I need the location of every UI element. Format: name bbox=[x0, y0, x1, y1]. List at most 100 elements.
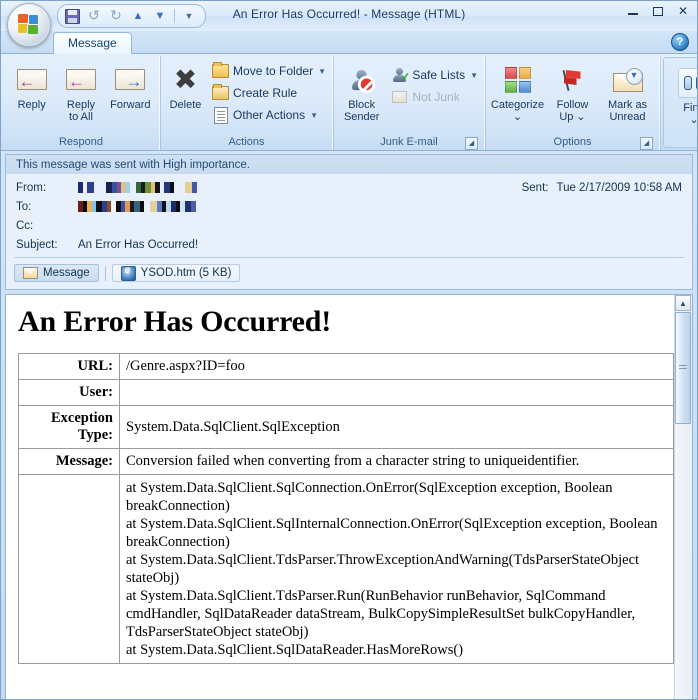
message-tab-button[interactable]: Message bbox=[14, 264, 99, 282]
undo-icon[interactable]: ↺ bbox=[84, 7, 104, 25]
table-row: at System.Data.SqlClient.SqlConnection.O… bbox=[18, 474, 674, 664]
block-sender-label-2: Sender bbox=[343, 111, 380, 123]
move-to-folder-icon bbox=[212, 62, 230, 80]
follow-up-button[interactable]: Follow Up ⌄ bbox=[545, 60, 600, 123]
mark-as-unread-button[interactable]: Mark as Unread bbox=[600, 60, 655, 123]
create-rule-label: Create Rule bbox=[233, 86, 298, 100]
customize-quick-access-icon[interactable]: ▼ bbox=[179, 7, 199, 25]
office-button[interactable] bbox=[7, 3, 51, 47]
previous-item-icon[interactable]: ▲ bbox=[128, 7, 148, 25]
scroll-up-label: ▲ bbox=[679, 298, 687, 308]
group-label-options-text: Options bbox=[553, 136, 592, 148]
message-body-frame: An Error Has Occurred! URL: /Genre.aspx?… bbox=[5, 294, 693, 699]
subject-label: Subject: bbox=[16, 238, 58, 251]
forward-button[interactable]: → Forward bbox=[106, 60, 155, 111]
delete-button[interactable]: ✖ Delete bbox=[165, 60, 206, 112]
attachment-ysod-htm[interactable]: YSOD.htm (5 KB) bbox=[111, 264, 241, 282]
mark-unread-icon bbox=[612, 62, 643, 98]
reply-button[interactable]: ← Reply bbox=[7, 60, 56, 111]
subject-value: An Error Has Occurred! bbox=[78, 238, 199, 251]
message-header-panel: Sent: Tue 2/17/2009 10:58 AM From: To: C… bbox=[5, 174, 693, 290]
row-value: /Genre.aspx?ID=foo bbox=[119, 353, 674, 380]
find-button[interactable]: Find ⌄ bbox=[672, 63, 698, 126]
row-key: User: bbox=[18, 379, 120, 406]
table-row: URL: /Genre.aspx?ID=foo bbox=[18, 353, 674, 380]
quick-access-toolbar: ↺ ↻ ▲ ▼ ▼ bbox=[57, 4, 206, 28]
help-icon[interactable]: ? bbox=[671, 33, 689, 51]
move-to-folder-button[interactable]: Move to Folder ▼ bbox=[210, 60, 328, 82]
other-actions-label: Other Actions bbox=[233, 108, 306, 122]
chevron-down-icon: ▼ bbox=[470, 70, 478, 80]
reply-all-label-2: to All bbox=[69, 111, 93, 123]
categorize-button[interactable]: Categorize ⌄ bbox=[490, 60, 545, 123]
row-key: Message: bbox=[18, 448, 120, 475]
group-label-respond: Respond bbox=[58, 136, 104, 148]
save-icon[interactable] bbox=[62, 7, 82, 25]
create-rule-button[interactable]: Create Rule bbox=[210, 82, 328, 104]
other-actions-icon bbox=[212, 106, 229, 124]
stack-trace-value: at System.Data.SqlClient.SqlConnection.O… bbox=[119, 474, 674, 664]
table-row: Exception Type: System.Data.SqlClient.Sq… bbox=[18, 405, 674, 449]
block-sender-icon bbox=[352, 62, 376, 98]
junk-email-dialog-launcher[interactable]: ◢ bbox=[465, 137, 478, 150]
message-tab-label: Message bbox=[43, 267, 90, 279]
mark-unread-label-2: Unread bbox=[609, 111, 646, 123]
help-label: ? bbox=[676, 36, 684, 48]
group-label-actions: Actions bbox=[228, 136, 265, 148]
ribbon-group-options: Categorize ⌄ Follow Up ⌄ ▼ Mark as Unrea… bbox=[486, 56, 660, 150]
not-junk-label: Not Junk bbox=[412, 90, 460, 104]
block-sender-label-1: Block bbox=[348, 99, 376, 111]
error-details-table: URL: /Genre.aspx?ID=foo User: Exception … bbox=[18, 353, 674, 664]
not-junk-button[interactable]: Not Junk bbox=[389, 86, 480, 108]
reply-all-label-1: Reply bbox=[66, 99, 96, 111]
sent-value: Tue 2/17/2009 10:58 AM bbox=[556, 181, 682, 194]
other-actions-button[interactable]: Other Actions ▼ bbox=[210, 104, 328, 126]
redacted-recipients bbox=[78, 201, 692, 212]
delete-icon: ✖ bbox=[173, 63, 198, 96]
scrollbar-thumb[interactable] bbox=[675, 312, 691, 424]
close-button[interactable]: ✕ bbox=[673, 3, 693, 19]
message-body-content: An Error Has Occurred! URL: /Genre.aspx?… bbox=[6, 295, 675, 699]
importance-info-bar: This message was sent with High importan… bbox=[5, 154, 693, 174]
flag-icon bbox=[560, 62, 586, 98]
reply-all-button[interactable]: ← Reply to All bbox=[56, 60, 105, 123]
ribbon-group-respond: ← Reply ← Reply to All → Forward Respond bbox=[3, 56, 160, 150]
body-vertical-scrollbar[interactable]: ▲ ▼ bbox=[674, 295, 692, 699]
options-dialog-launcher[interactable]: ◢ bbox=[640, 137, 653, 150]
scroll-up-button[interactable]: ▲ bbox=[675, 295, 691, 311]
to-value[interactable] bbox=[78, 201, 692, 212]
find-label-2: ⌄ bbox=[689, 114, 698, 126]
tab-message[interactable]: Message bbox=[53, 32, 132, 54]
attachment-label: YSOD.htm (5 KB) bbox=[140, 267, 232, 279]
next-item-icon[interactable]: ▼ bbox=[150, 7, 170, 25]
forward-label: Forward bbox=[110, 99, 151, 111]
minimize-button[interactable] bbox=[623, 3, 643, 19]
chevron-down-icon: ▼ bbox=[310, 110, 318, 120]
safe-lists-button[interactable]: ✓ Safe Lists ▼ bbox=[389, 64, 480, 86]
title-bar: ↺ ↻ ▲ ▼ ▼ An Error Has Occurred! - Messa… bbox=[1, 1, 697, 47]
categorize-label-1: Categorize bbox=[490, 99, 545, 111]
reply-all-icon: ← bbox=[64, 62, 98, 98]
ribbon-group-actions: ✖ Delete Move to Folder ▼ Create Rule Ot… bbox=[161, 56, 333, 150]
toolbar-divider bbox=[174, 9, 175, 23]
block-sender-button[interactable]: Block Sender bbox=[338, 60, 385, 123]
html-file-icon bbox=[120, 265, 136, 281]
table-row: User: bbox=[18, 379, 674, 406]
redo-icon[interactable]: ↻ bbox=[106, 7, 126, 25]
tab-message-label: Message bbox=[68, 36, 117, 50]
mark-unread-label-1: Mark as bbox=[607, 99, 648, 111]
ribbon-tab-strip: Message ? bbox=[1, 31, 697, 54]
attachment-divider bbox=[104, 265, 106, 281]
error-heading: An Error Has Occurred! bbox=[18, 305, 332, 338]
ribbon: ← Reply ← Reply to All → Forward Respond… bbox=[1, 54, 697, 151]
from-label: From: bbox=[16, 181, 47, 194]
group-label-junk-email: Junk E-mail ◢ bbox=[338, 135, 480, 150]
to-label: To: bbox=[16, 200, 32, 213]
cc-field: Cc: bbox=[6, 216, 692, 235]
scrollbar-grip-icon bbox=[679, 365, 687, 371]
maximize-button[interactable] bbox=[648, 3, 668, 19]
subject-field: Subject: An Error Has Occurred! bbox=[6, 235, 692, 254]
follow-up-label-2: Up ⌄ bbox=[559, 111, 586, 123]
reply-icon: ← bbox=[15, 62, 49, 98]
categorize-icon bbox=[504, 62, 531, 98]
